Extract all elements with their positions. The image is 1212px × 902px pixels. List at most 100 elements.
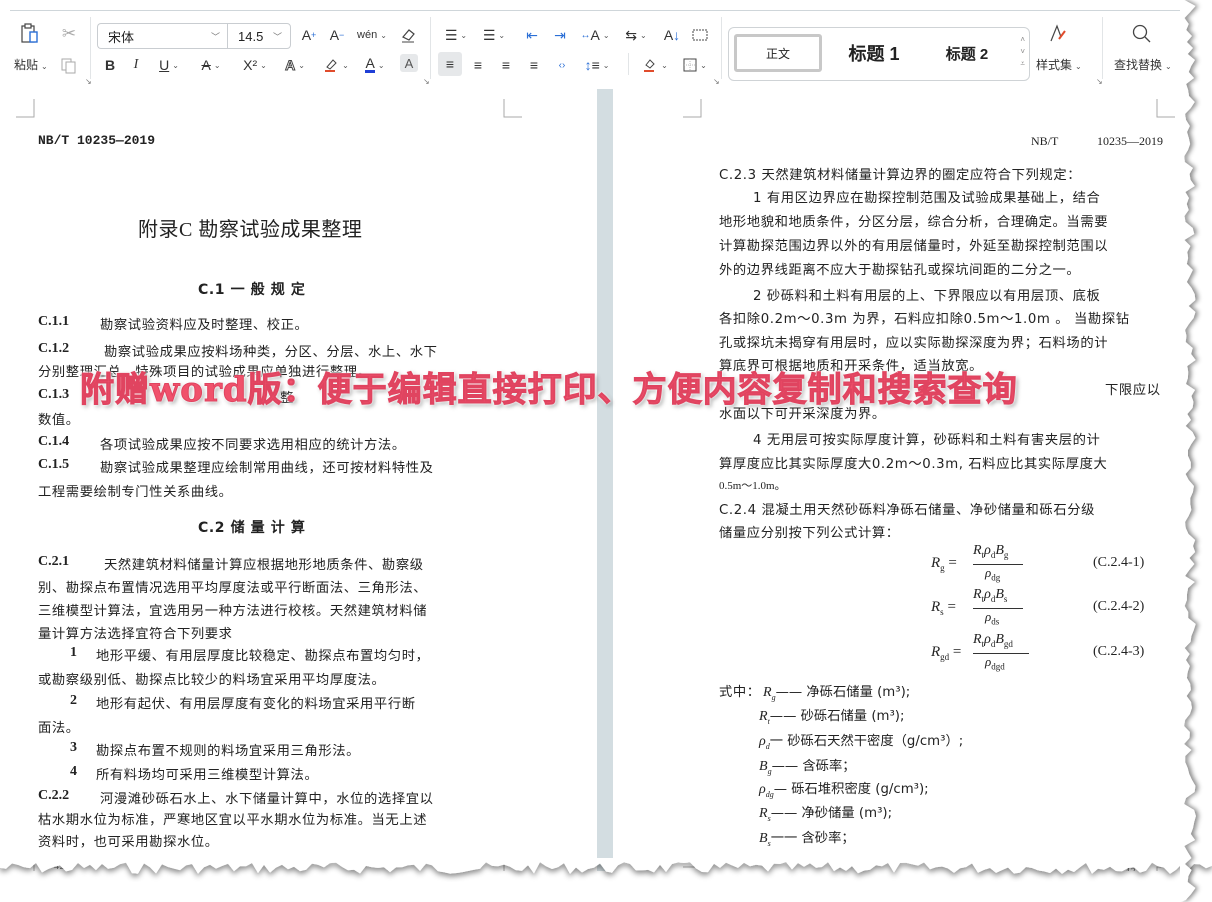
clause-number: C.1.5 (38, 457, 70, 472)
formula-denominator: ρds (985, 609, 1000, 627)
clause-text: 数值。 (38, 413, 80, 428)
paragraph-dialog-launcher[interactable]: ↘ (713, 77, 720, 86)
item-text: 地形平缓、有用层厚度比较稳定、勘探点布置均匀时， (96, 649, 430, 664)
formula: Rg = RtρdBg ρdg (C.2.4-1) (923, 543, 1183, 589)
formula-lhs: Rgd = (931, 644, 962, 662)
item-text: 勘探点布置不规则的料场宜采用三角形法。 (96, 744, 361, 759)
grow-font-button[interactable]: A + (298, 24, 320, 46)
font-name-select[interactable]: 宋体 ﹀ (97, 23, 228, 49)
bullet-list-button[interactable]: ☰ ⌄ (442, 24, 470, 46)
formula-numerator: RtρdBgd (973, 632, 1013, 649)
clause-text: 勘察试验成果整理应绘制常用曲线，还可按材料特性及 (100, 461, 434, 476)
shading-button[interactable]: ⌄ (638, 54, 672, 76)
highlighter-icon (325, 59, 337, 72)
line-spacing-button[interactable]: ↕ ≡ ⌄ (582, 54, 612, 76)
dash: —— (771, 759, 803, 774)
item-text: 下限应以 (1105, 383, 1161, 398)
app-window: 粘贴 ⌄ ✂ ↘ 宋体 ﹀ 14.5 ﹀ A + A − wén ⌄ B I U ⌄ A ⌄ X… (10, 10, 1190, 871)
text-effect-button[interactable]: A ⌄ (280, 54, 310, 76)
equation-number: (C.2.4-3) (1093, 644, 1145, 659)
highlight-button[interactable]: ⌄ (320, 54, 352, 76)
font-size-select[interactable]: 14.5 ﹀ (227, 23, 291, 49)
clause-text: 勘察试验成果应按料场种类，分区、分层、水上、水下 (104, 345, 438, 360)
increase-indent-button[interactable]: ⇥ (550, 24, 570, 46)
char-shading-button[interactable]: A (400, 54, 418, 72)
clause-text: 河漫滩砂砾石水上、水下储量计算中，水位的选择宜以 (100, 792, 434, 807)
item-text: 孔或探坑未揭穿有用层时，应以实际勘探深度为界；石料场的计 (719, 336, 1109, 351)
symbol: Bg (759, 759, 772, 776)
definition-row: Rs—— 净砂储量 (m³); (759, 802, 892, 823)
text-direction-button[interactable]: ↔ A ⌄ (580, 24, 610, 46)
italic-button[interactable]: I (126, 54, 146, 76)
style-normal[interactable]: 正文 (734, 34, 822, 72)
underline-button[interactable]: U ⌄ (154, 54, 184, 76)
clause-text: 资料时，也可采用勘探水位。 (38, 835, 219, 850)
style-heading-2[interactable]: 标题 2 (925, 34, 1009, 72)
font-dialog-launcher[interactable]: ↘ (423, 77, 430, 86)
search-icon (1132, 24, 1151, 43)
item-text: 外的边界线距离不应大于勘探钻孔或探坑间距的二分之一。 (719, 263, 1081, 278)
superscript-button[interactable]: X² ⌄ (238, 54, 272, 76)
style-set-label[interactable]: 样式集 ⌄ (1036, 56, 1082, 73)
item-text: 算厚度应比其实际厚度大0.2m～0.3m, 石料应比其实际厚度大 (719, 457, 1108, 472)
definition-text: 含砾率； (802, 759, 856, 774)
dash: —— (770, 806, 802, 821)
definition-text: 砂砾石天然干密度（g/cm³）; (787, 734, 964, 749)
clause-text: 三维模型计算法，宜选用另一种方法进行校核。天然建筑材料储 (38, 604, 428, 619)
formula: Rs = RtρdBs ρds (C.2.4-2) (923, 587, 1183, 633)
definition-text: 砾石堆积密度 (g/cm³); (791, 782, 929, 797)
item-number: 2 (70, 693, 77, 708)
equation-number: (C.2.4-1) (1093, 555, 1145, 570)
shrink-font-button[interactable]: A − (326, 24, 348, 46)
distributed-button[interactable]: ‹› (552, 54, 572, 76)
gridlines-button[interactable] (690, 24, 710, 46)
clause-number: C.1.3 (38, 387, 70, 402)
section-heading-c1: C.1 一 般 规 定 (198, 282, 306, 298)
torn-edge-right (1180, 0, 1196, 902)
borders-button[interactable]: ⌄ (678, 54, 712, 76)
clause-text: 别、勘探点布置情况选用平均厚度法或平行断面法、三角形法、 (38, 581, 428, 596)
decrease-indent-button[interactable]: ⇤ (522, 24, 542, 46)
clause-text: 量计算方法选择宜符合下列要求 (38, 627, 233, 642)
symbol: Rs (759, 806, 771, 823)
cut-icon[interactable]: ✂ (58, 23, 80, 45)
margin-corner-mark (503, 99, 522, 118)
paste-button[interactable] (16, 23, 44, 45)
find-replace-label[interactable]: 查找替换 ⌄ (1114, 56, 1172, 73)
page-gap (597, 89, 613, 871)
copy-icon[interactable] (58, 55, 80, 77)
formula-denominator: ρdgd (985, 654, 1005, 672)
appendix-title: 附录C 勘察试验成果整理 (138, 219, 363, 241)
ribbon-toolbar: 粘贴 ⌄ ✂ ↘ 宋体 ﹀ 14.5 ﹀ A + A − wén ⌄ B I U ⌄ A ⌄ X… (10, 11, 1190, 90)
style-heading-1[interactable]: 标题 1 (831, 34, 917, 72)
item-text: 面法。 (38, 721, 80, 736)
align-center-button[interactable]: ≡ (468, 54, 488, 76)
find-replace-button[interactable] (1128, 23, 1156, 45)
clause-text: 枯水期水位为标准，严寒地区宜以平水期水位为标准。当无上述 (38, 813, 428, 828)
justify-button[interactable]: ≡ (524, 54, 544, 76)
align-left-button[interactable]: ≡ (438, 52, 462, 76)
clear-format-button[interactable] (398, 24, 418, 46)
paste-label[interactable]: 粘贴 ⌄ (14, 56, 48, 73)
definition-text: 砂砾石储量 (m³); (800, 709, 905, 724)
symbol: Bs (759, 831, 771, 848)
item-text: 所有料场均可采用三维模型计算法。 (96, 768, 319, 783)
gallery-scroll[interactable]: ˄ ˅ ⩡ (1020, 34, 1025, 70)
definition-row: ρd一 砂砾石天然干密度（g/cm³）; (759, 730, 963, 751)
align-right-button[interactable]: ≡ (496, 54, 516, 76)
font-color-button[interactable]: A ⌄ (360, 54, 390, 76)
definition-row: ρdg— 砾石堆积密度 (g/cm³); (759, 778, 929, 799)
bold-button[interactable]: B (100, 54, 120, 76)
strikethrough-button[interactable]: A ⌄ (196, 54, 226, 76)
sort-button[interactable]: A ↓ (662, 24, 682, 46)
style-brush-icon (1050, 24, 1066, 42)
header-number: 10235—2019 (1097, 134, 1163, 148)
phonetic-guide-button[interactable]: wén ⌄ (354, 24, 390, 46)
style-set-button[interactable] (1040, 23, 1076, 45)
line-break-button[interactable]: ⇆ ⌄ (622, 24, 650, 46)
definition-row: Bs一一 含砂率； (759, 827, 855, 848)
numbered-list-button[interactable]: ☰ ⌄ (480, 24, 508, 46)
formula-lhs: Rs = (931, 599, 956, 617)
section-heading-c2: C.2 储 量 计 算 (198, 520, 306, 536)
definition-row: Rt—— 砂砾石储量 (m³); (759, 705, 904, 726)
